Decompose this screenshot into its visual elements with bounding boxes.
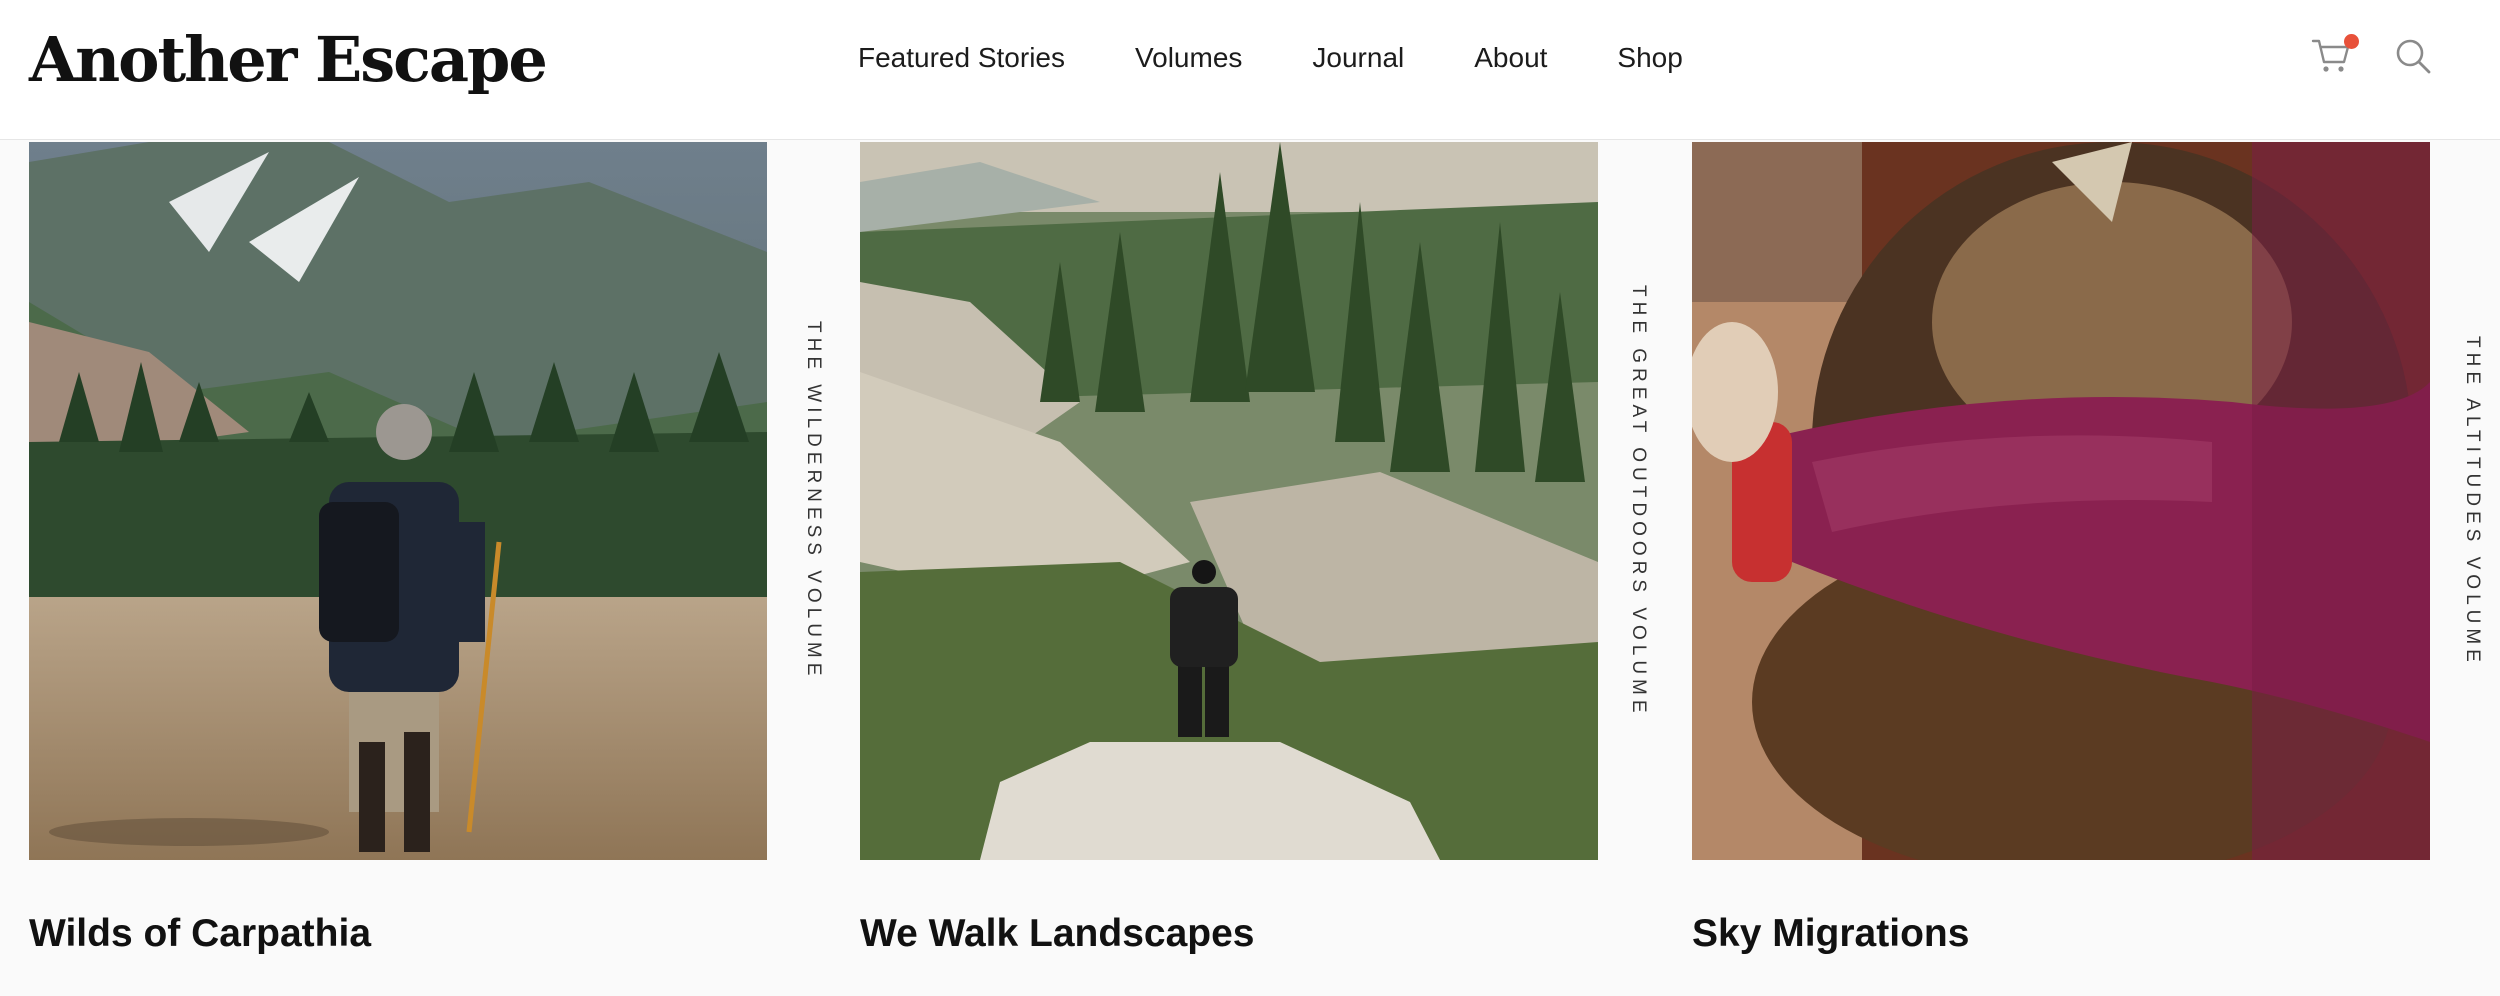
nav-shop[interactable]: Shop	[1617, 42, 1682, 74]
volume-label[interactable]: THE WILDERNESS VOLUME	[793, 142, 833, 860]
cart-badge	[2344, 34, 2359, 49]
main-nav: Featured Stories Volumes Journal About S…	[858, 38, 1683, 78]
volume-label[interactable]: THE GREAT OUTDOORS VOLUME	[1618, 142, 1658, 860]
story-title[interactable]: Sky Migrations	[1692, 912, 1969, 956]
site-header: Another Escape Featured Stories Volumes …	[0, 0, 2500, 140]
nav-about[interactable]: About	[1474, 42, 1547, 74]
nav-volumes[interactable]: Volumes	[1135, 42, 1242, 74]
volume-label[interactable]: THE ALTITUDES VOLUME	[2452, 142, 2492, 860]
nav-featured-stories[interactable]: Featured Stories	[858, 42, 1065, 74]
search-icon[interactable]	[2393, 36, 2433, 76]
hiker-mountain-meadow-image[interactable]	[29, 142, 767, 860]
story-title[interactable]: We Walk Landscapes	[860, 912, 1254, 956]
hiker-granite-forest-image[interactable]	[860, 142, 1598, 860]
site-logo[interactable]: Another Escape	[29, 18, 548, 102]
nav-journal[interactable]: Journal	[1312, 42, 1404, 74]
story-title[interactable]: Wilds of Carpathia	[29, 912, 371, 956]
eagle-held-in-arms-image[interactable]	[1692, 142, 2430, 860]
